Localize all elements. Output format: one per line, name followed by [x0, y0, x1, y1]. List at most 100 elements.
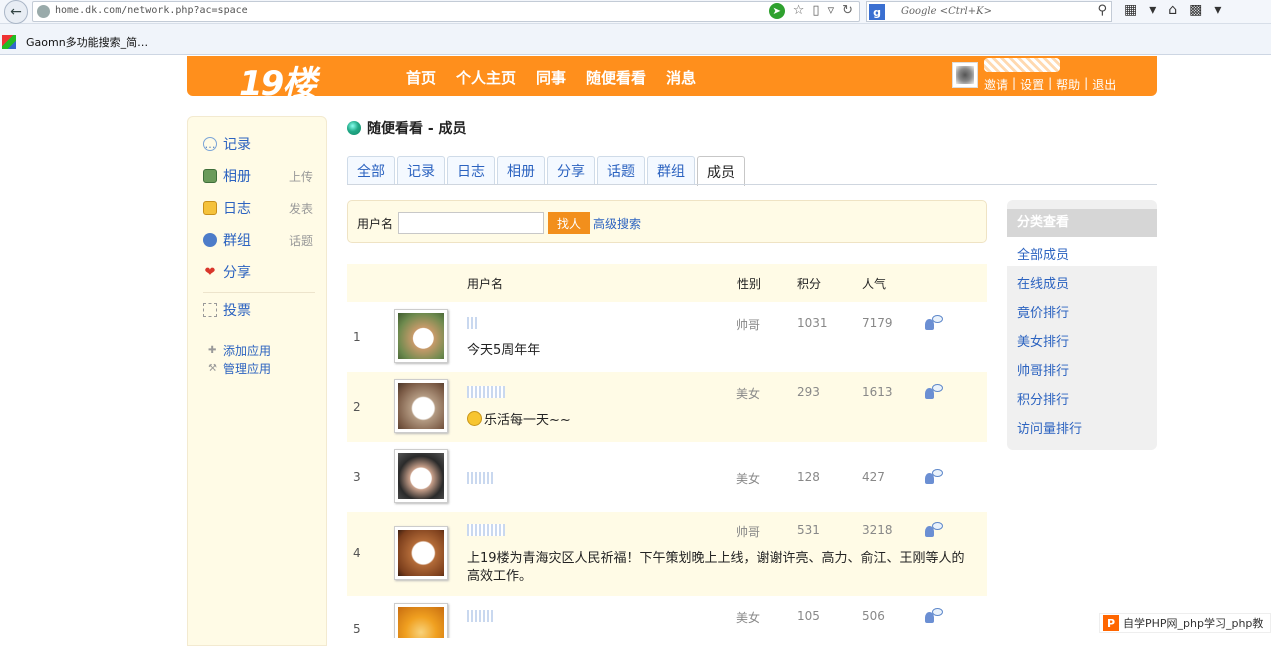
- advanced-search-link[interactable]: 高级搜索: [593, 215, 641, 232]
- avatar-image: [398, 607, 444, 638]
- member-avatar[interactable]: [394, 603, 448, 638]
- sidebar-item-share[interactable]: ❤ 分享: [203, 262, 313, 282]
- browser-toolbar: ← home.dk.com/network.php?ac=space ➤ ☆ ▯…: [0, 0, 1271, 24]
- category-bid-ranking[interactable]: 竟价排行: [1017, 302, 1069, 321]
- category-all-members[interactable]: 全部成员: [1017, 244, 1069, 263]
- member-name-blurred[interactable]: [467, 610, 493, 622]
- logout-link[interactable]: 退出: [1092, 76, 1116, 93]
- menu-item-browse[interactable]: 随便看看: [586, 67, 646, 88]
- tab-all[interactable]: 全部: [347, 156, 395, 185]
- screenshot-icon[interactable]: ▦: [1124, 2, 1137, 18]
- sidebar-item-blog[interactable]: 日志 发表: [203, 198, 313, 218]
- manage-app-link[interactable]: ⚒ 管理应用: [208, 360, 271, 377]
- invite-link[interactable]: 邀请: [984, 76, 1008, 93]
- menu-item-colleagues[interactable]: 同事: [536, 67, 566, 88]
- member-avatar[interactable]: [394, 526, 448, 580]
- bookmarks-bar: Gaomn多功能搜索_简…: [0, 31, 148, 53]
- member-name-blurred[interactable]: [467, 386, 505, 398]
- browser-search-box[interactable]: g Google <Ctrl+K> ⚲: [866, 1, 1112, 22]
- member-status: 今天5周年年: [467, 343, 541, 358]
- star-icon[interactable]: ☆: [793, 3, 805, 19]
- addons-icon[interactable]: ▩: [1189, 2, 1202, 18]
- address-bar[interactable]: home.dk.com/network.php?ac=space ➤ ☆ ▯ ▿…: [32, 1, 860, 22]
- member-avatar[interactable]: [394, 449, 448, 503]
- back-button[interactable]: ←: [4, 0, 28, 24]
- category-online-members[interactable]: 在线成员: [1017, 273, 1069, 292]
- category-female-ranking[interactable]: 美女排行: [1017, 331, 1069, 350]
- tab-albums[interactable]: 相册: [497, 156, 545, 185]
- help-link[interactable]: 帮助: [1056, 76, 1080, 93]
- menu-item-home[interactable]: 首页: [406, 67, 436, 88]
- find-user-button[interactable]: 找人: [548, 212, 590, 234]
- member-gender: 美女: [736, 472, 761, 486]
- separator: |: [1012, 76, 1017, 90]
- tab-records[interactable]: 记录: [397, 156, 445, 185]
- search-placeholder: Google <Ctrl+K>: [901, 6, 992, 17]
- add-friend-icon[interactable]: [925, 384, 943, 400]
- member-popularity: 3218: [862, 523, 893, 537]
- site-header: 19楼 首页 个人主页 同事 随便看看 消息 邀请 | 设置 | 帮助 | 退出: [187, 56, 1157, 104]
- category-points-ranking[interactable]: 积分排行: [1017, 389, 1069, 408]
- avatar-image: [398, 530, 444, 576]
- sidebar-item-album[interactable]: 相册 上传: [203, 166, 313, 186]
- heart-icon: ❤: [204, 264, 216, 280]
- phone-icon[interactable]: ▯: [812, 3, 819, 19]
- member-name-blurred[interactable]: [467, 317, 477, 329]
- bookmark-link[interactable]: Gaomn多功能搜索_简…: [26, 34, 148, 50]
- user-avatar[interactable]: [952, 62, 978, 88]
- bookmark-icon: [2, 35, 16, 49]
- menu-arrow-icon[interactable]: ▾: [1149, 2, 1156, 18]
- add-friend-icon[interactable]: [925, 315, 943, 331]
- tab-groups[interactable]: 群组: [647, 156, 695, 185]
- member-popularity: 1613: [862, 385, 893, 399]
- user-name-blurred[interactable]: [984, 58, 1060, 72]
- member-search: 用户名 找人 高级搜索: [347, 200, 987, 243]
- tab-shares[interactable]: 分享: [547, 156, 595, 185]
- col-username: 用户名: [467, 277, 504, 291]
- add-friend-icon[interactable]: [925, 608, 943, 624]
- member-avatar[interactable]: [394, 379, 448, 433]
- member-status: 乐活每一天~~: [484, 413, 571, 428]
- publish-link[interactable]: 发表: [289, 200, 313, 217]
- sidebar-item-vote[interactable]: 投票: [203, 300, 313, 320]
- go-icon[interactable]: ➤: [768, 3, 785, 19]
- username-label: 用户名: [357, 217, 394, 231]
- add-friend-icon[interactable]: [925, 522, 943, 538]
- speech-bubble-icon: …: [203, 137, 217, 151]
- row-number: 4: [353, 546, 361, 560]
- address-icons: ➤ ☆ ▯ ▿ ↻: [768, 3, 853, 19]
- search-icon[interactable]: ⚲: [1097, 3, 1107, 18]
- member-name-blurred[interactable]: [467, 524, 505, 536]
- member-status: 上19楼为青海灾区人民祈福！下午策划晚上上线，谢谢许亮、高力、俞江、王刚等人的高…: [467, 551, 965, 584]
- separator: |: [1084, 76, 1089, 90]
- upload-link[interactable]: 上传: [289, 168, 313, 185]
- home-icon[interactable]: ⌂: [1168, 2, 1177, 18]
- tab-members[interactable]: 成员: [697, 156, 745, 186]
- notebook-icon: [203, 201, 217, 215]
- settings-link[interactable]: 设置: [1020, 76, 1044, 93]
- overflow-icon[interactable]: ▾: [1214, 2, 1221, 18]
- sidebar-item-records[interactable]: … 记录: [203, 134, 313, 154]
- sidebar-item-groups[interactable]: 群组 话题: [203, 230, 313, 250]
- menu-item-messages[interactable]: 消息: [666, 67, 696, 88]
- member-popularity: 7179: [862, 316, 893, 330]
- category-visits-ranking[interactable]: 访问量排行: [1017, 418, 1082, 437]
- site-logo[interactable]: 19楼: [239, 56, 316, 105]
- member-points: 105: [797, 609, 820, 623]
- add-app-link[interactable]: ✚ 添加应用: [208, 342, 271, 359]
- dropdown-icon[interactable]: ▿: [828, 3, 835, 19]
- google-icon: g: [869, 4, 885, 20]
- member-avatar[interactable]: [394, 309, 448, 363]
- globe-ball-icon: [347, 121, 361, 135]
- username-input[interactable]: [398, 212, 544, 234]
- topic-link[interactable]: 话题: [289, 232, 313, 249]
- member-name-blurred[interactable]: [467, 472, 493, 484]
- member-gender: 帅哥: [736, 318, 761, 332]
- add-friend-icon[interactable]: [925, 469, 943, 485]
- menu-item-profile[interactable]: 个人主页: [456, 67, 516, 88]
- table-row: 2 乐活每一天~~ 美女 293 1613: [347, 372, 987, 442]
- tab-topics[interactable]: 话题: [597, 156, 645, 185]
- category-male-ranking[interactable]: 帅哥排行: [1017, 360, 1069, 379]
- reload-icon[interactable]: ↻: [842, 3, 853, 19]
- tab-blogs[interactable]: 日志: [447, 156, 495, 185]
